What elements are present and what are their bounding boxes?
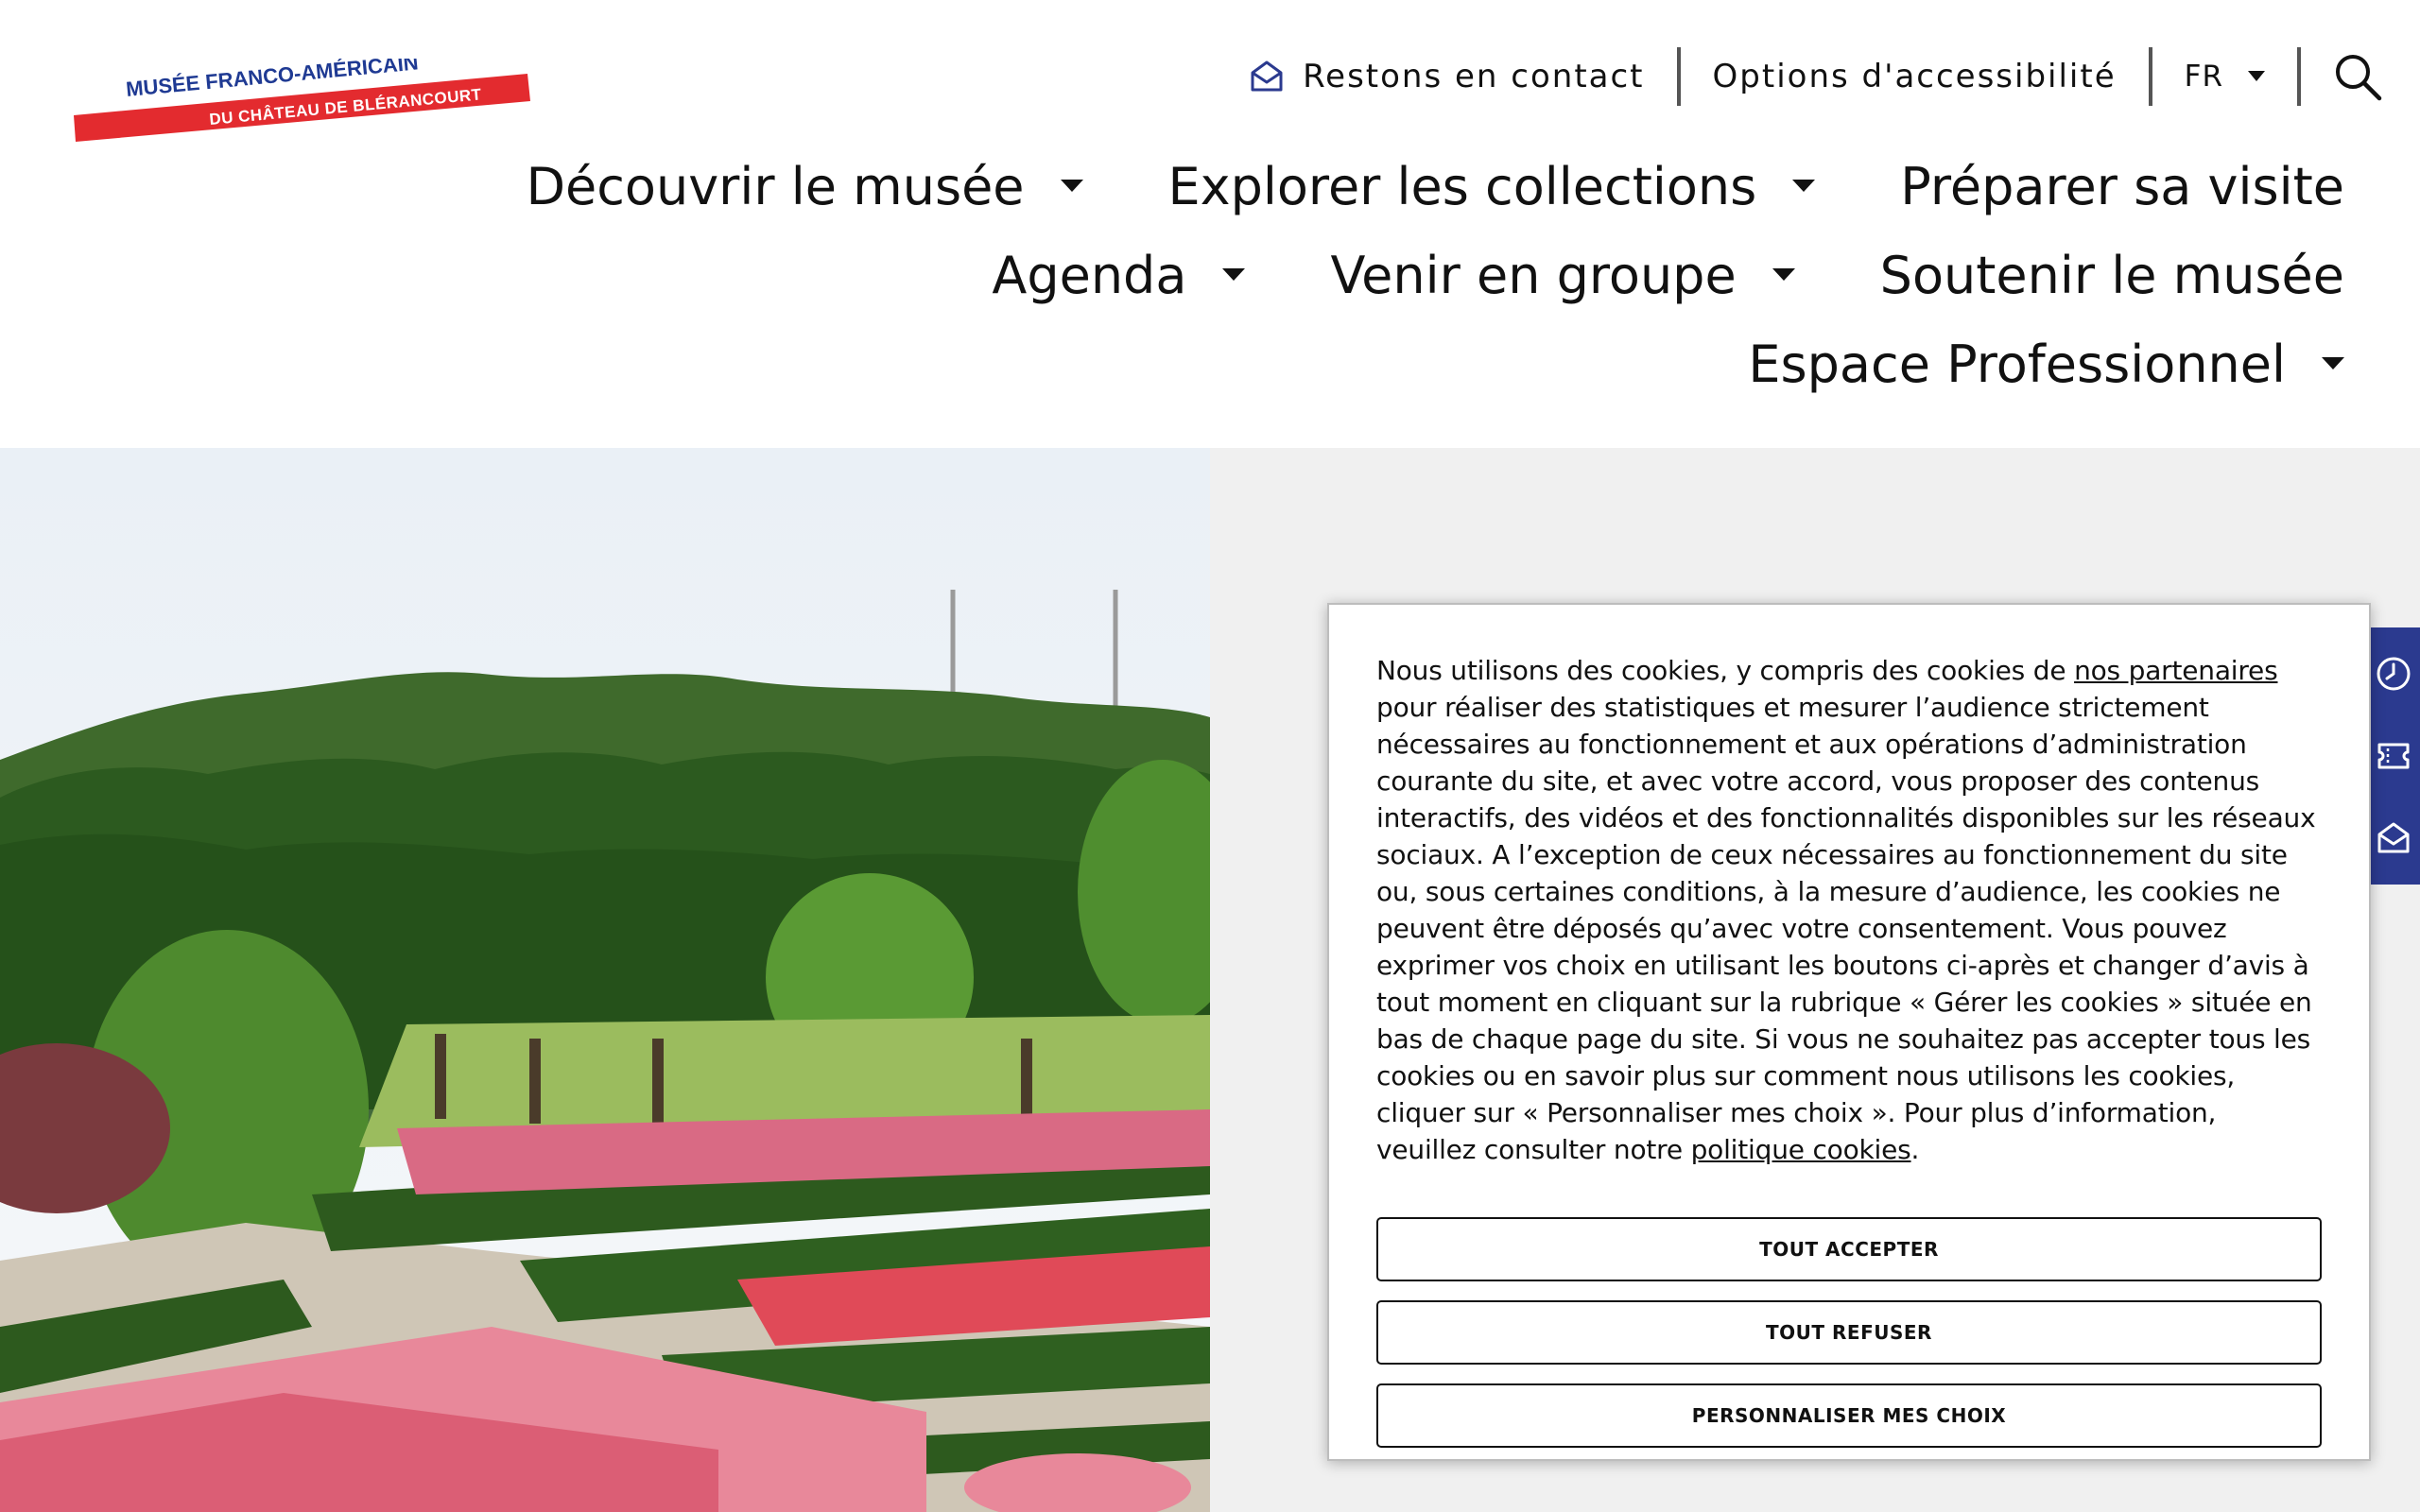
nav-row: Découvrir le musée Explorer les collecti… bbox=[526, 142, 2344, 231]
cookie-policy-link[interactable]: politique cookies bbox=[1691, 1134, 1911, 1165]
nav-explorer-les-collections[interactable]: Explorer les collections bbox=[1168, 157, 1816, 216]
nav-venir-en-groupe[interactable]: Venir en groupe bbox=[1330, 245, 1795, 305]
accessibility-label: Options d'accessibilité bbox=[1712, 58, 2117, 95]
utility-bar: Restons en contact Options d'accessibili… bbox=[1248, 45, 2382, 108]
language-value: FR bbox=[2184, 60, 2223, 94]
chevron-down-icon bbox=[2248, 71, 2265, 81]
cookie-consent-dialog: Nous utilisons des cookies, y compris de… bbox=[1327, 603, 2371, 1461]
search-button[interactable] bbox=[2333, 52, 2382, 101]
language-selector[interactable]: FR bbox=[2185, 60, 2265, 94]
customize-choices-button[interactable]: PERSONNALISER MES CHOIX bbox=[1376, 1383, 2322, 1448]
nav-espace-professionnel[interactable]: Espace Professionnel bbox=[1748, 335, 2344, 394]
cookie-message: Nous utilisons des cookies, y compris de… bbox=[1376, 652, 2316, 1168]
refuse-all-button[interactable]: TOUT REFUSER bbox=[1376, 1300, 2322, 1365]
museum-logo[interactable]: MUSÉE FRANCO-AMÉRICAIN DU CHÂTEAU DE BLÉ… bbox=[74, 59, 534, 144]
partners-link[interactable]: nos partenaires bbox=[2074, 655, 2278, 686]
clock-icon bbox=[2377, 657, 2411, 691]
nav-label: Soutenir le musée bbox=[1879, 245, 2344, 305]
nav-row: Agenda Venir en groupe Soutenir le musée bbox=[992, 231, 2344, 319]
nav-label: Découvrir le musée bbox=[526, 156, 1025, 216]
caret-down-icon bbox=[1222, 268, 1246, 281]
nav-label: Explorer les collections bbox=[1167, 156, 1757, 216]
envelope-icon bbox=[2377, 822, 2410, 853]
newsletter-button[interactable] bbox=[2373, 817, 2414, 859]
nav-label: Venir en groupe bbox=[1330, 245, 1737, 305]
nav-decouvrir-le-musee[interactable]: Découvrir le musée bbox=[526, 156, 1083, 216]
main-navigation: Découvrir le musée Explorer les collecti… bbox=[526, 142, 2344, 408]
nav-label: Préparer sa visite bbox=[1900, 156, 2344, 216]
utility-divider bbox=[2297, 47, 2301, 106]
search-icon bbox=[2336, 55, 2382, 101]
nav-label: Espace Professionnel bbox=[1748, 334, 2286, 394]
ticket-button[interactable] bbox=[2373, 735, 2414, 777]
accessibility-options-link[interactable]: Options d'accessibilité bbox=[1713, 58, 2117, 95]
utility-divider bbox=[1676, 47, 1681, 106]
side-tools-bar bbox=[2367, 627, 2420, 885]
caret-down-icon bbox=[1792, 180, 1816, 192]
contact-link[interactable]: Restons en contact bbox=[1248, 58, 1644, 95]
envelope-open-icon bbox=[1251, 60, 1283, 92]
nav-soutenir-le-musee[interactable]: Soutenir le musée bbox=[1880, 246, 2344, 305]
cookie-text-part2: pour réaliser des statistiques et mesure… bbox=[1376, 692, 2316, 1165]
nav-agenda[interactable]: Agenda bbox=[992, 245, 1246, 305]
ticket-icon bbox=[2377, 743, 2410, 769]
caret-down-icon bbox=[1060, 180, 1083, 192]
garden-illustration bbox=[0, 448, 1210, 1512]
nav-preparer-sa-visite[interactable]: Préparer sa visite bbox=[1900, 157, 2344, 216]
caret-down-icon bbox=[2322, 357, 2344, 369]
opening-hours-button[interactable] bbox=[2373, 653, 2414, 695]
nav-row: Espace Professionnel bbox=[1748, 319, 2344, 408]
cookie-text-part1: Nous utilisons des cookies, y compris de… bbox=[1376, 655, 2075, 686]
logo-graphic: MUSÉE FRANCO-AMÉRICAIN DU CHÂTEAU DE BLÉ… bbox=[74, 59, 530, 142]
accept-all-button[interactable]: TOUT ACCEPTER bbox=[1376, 1217, 2322, 1281]
cookie-text-part3: . bbox=[1910, 1134, 1920, 1165]
utility-divider bbox=[2148, 47, 2152, 106]
contact-label: Restons en contact bbox=[1303, 58, 1645, 95]
nav-label: Agenda bbox=[992, 245, 1187, 305]
caret-down-icon bbox=[1772, 268, 1795, 281]
hero-garden-image bbox=[0, 448, 1210, 1512]
